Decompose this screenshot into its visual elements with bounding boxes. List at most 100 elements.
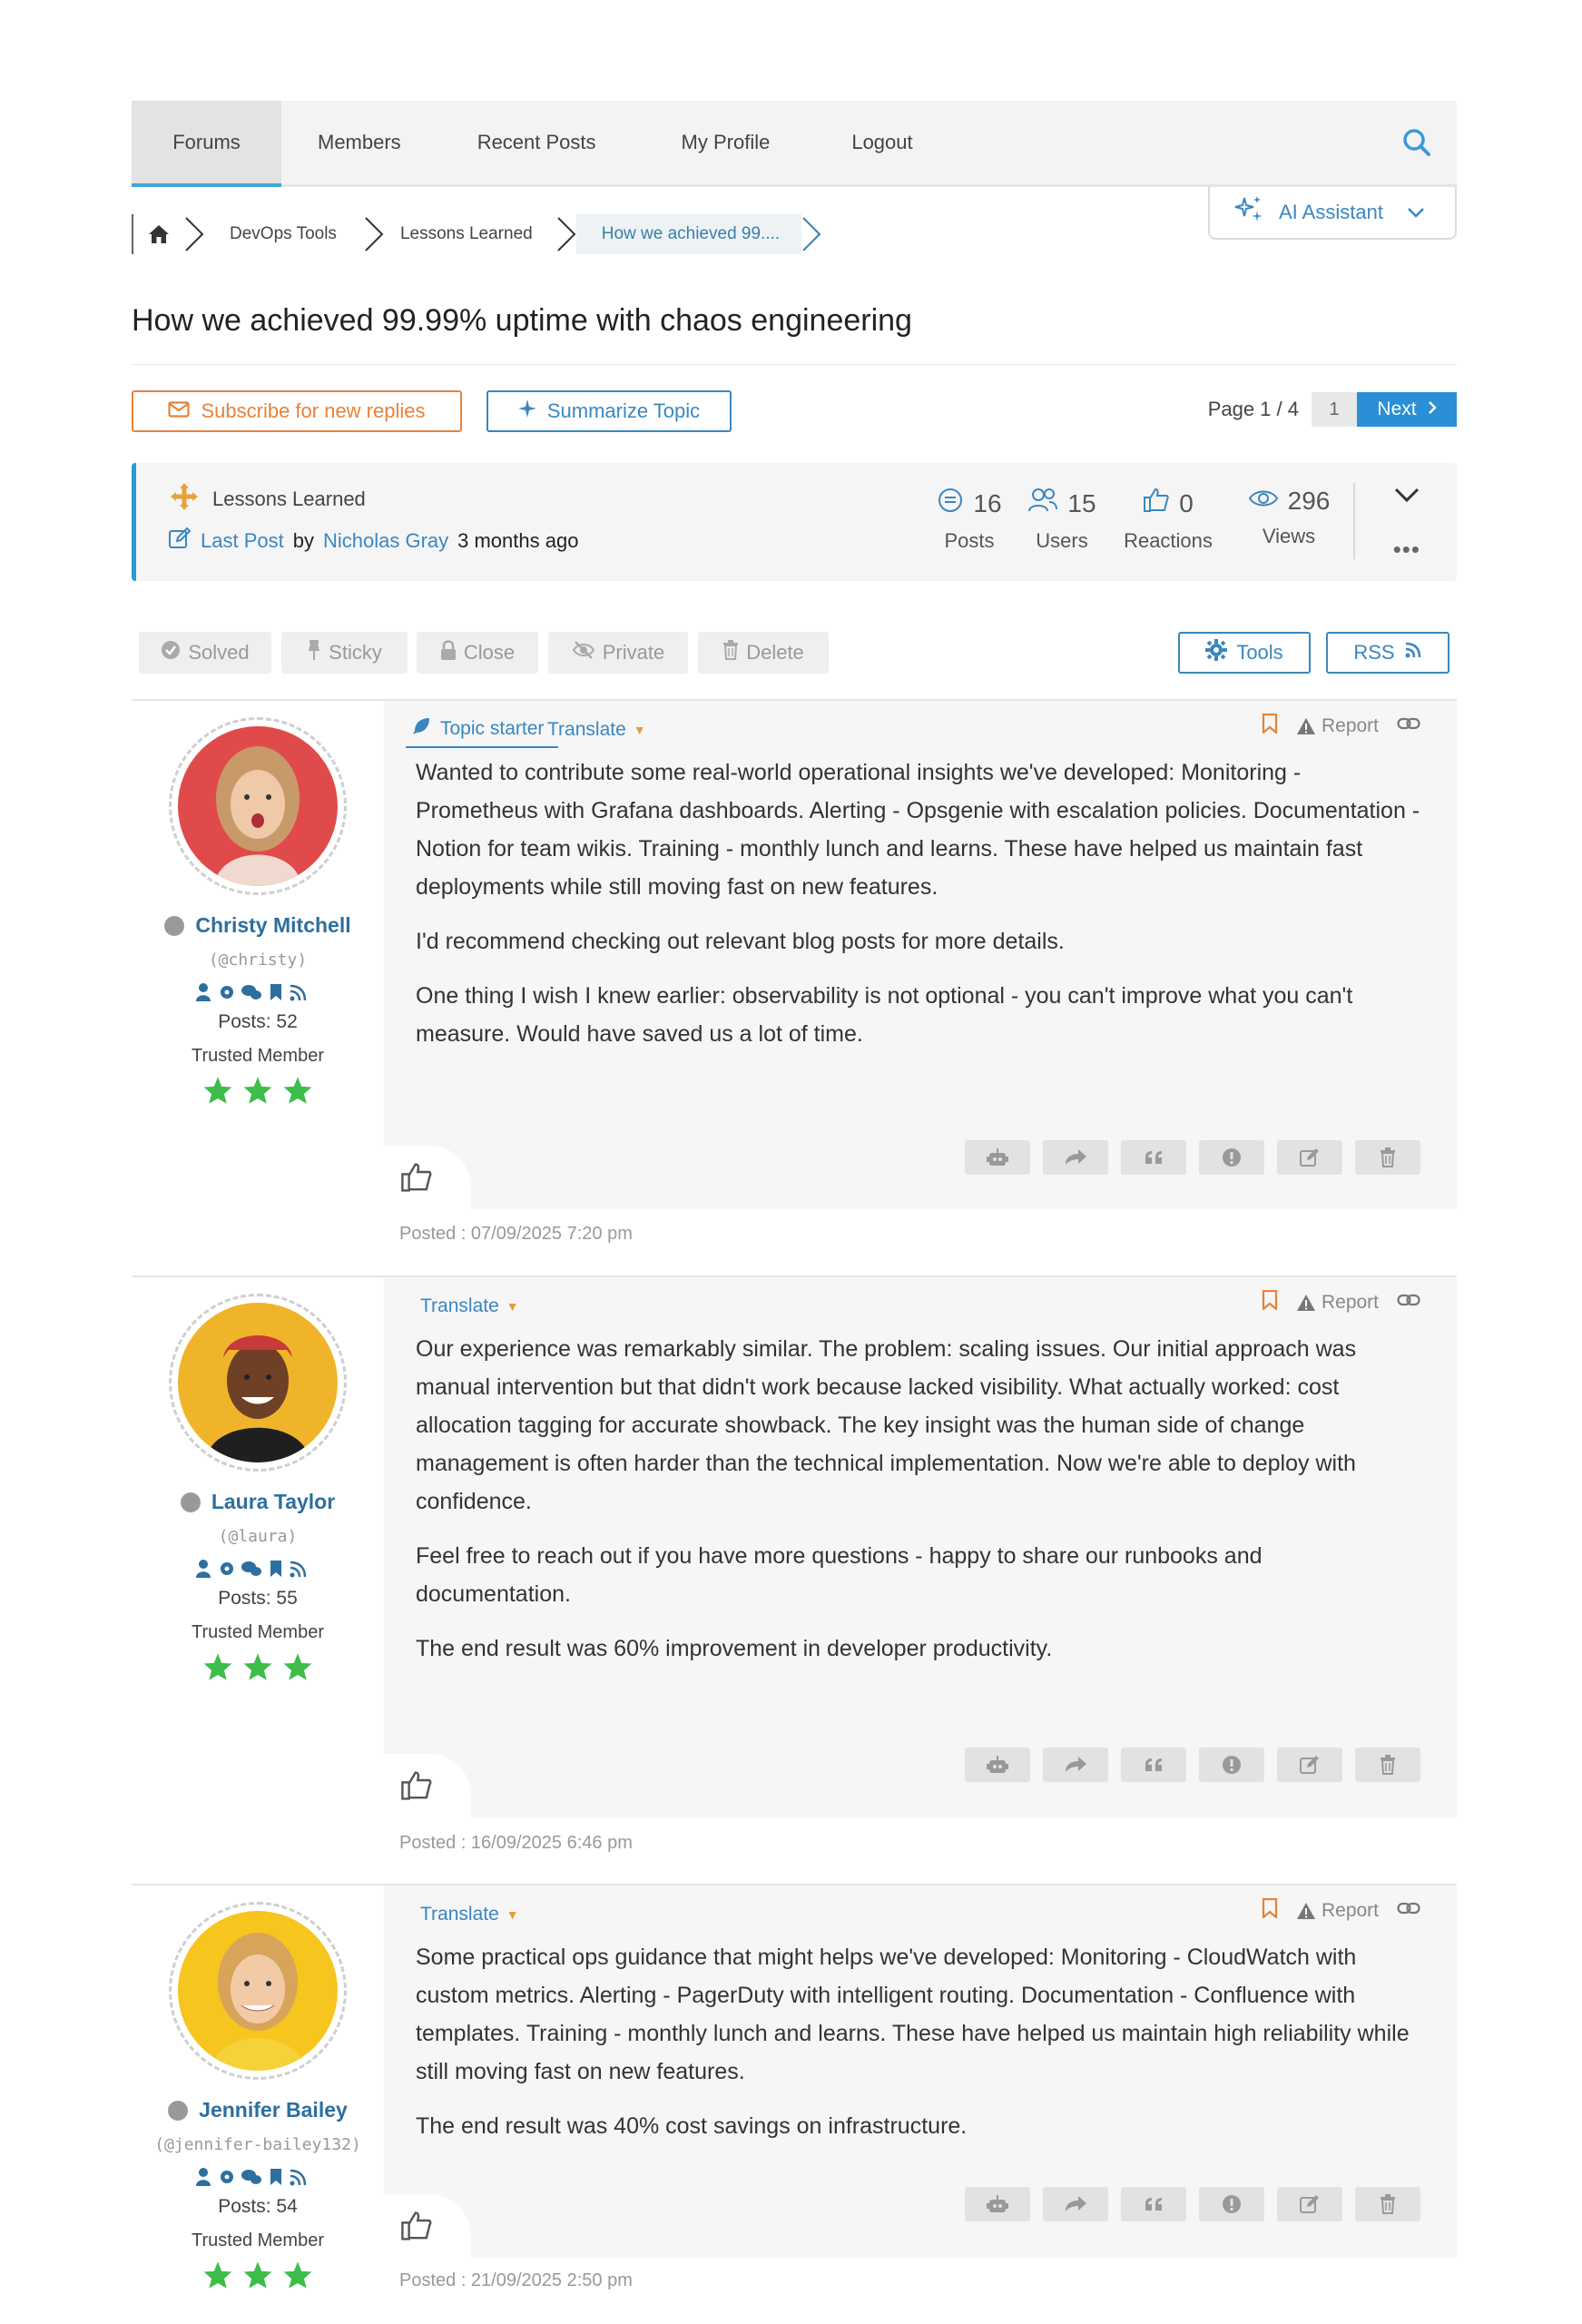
reactions-label: Reactions xyxy=(1124,529,1213,552)
edit-post-button[interactable] xyxy=(1277,1748,1342,1782)
eye-icon xyxy=(1248,487,1279,516)
report-button[interactable]: Report xyxy=(1296,1900,1379,1922)
page-1-button[interactable]: 1 xyxy=(1312,392,1357,427)
author-name[interactable]: Jennifer Bailey xyxy=(132,2098,384,2122)
rss-label: RSS xyxy=(1353,641,1395,664)
forum-container: Forums Members Recent Posts My Profile L… xyxy=(132,101,1457,2312)
topic-info-box: Lessons Learned Last Post by Nicholas Gr… xyxy=(132,463,1457,581)
chevron-down-icon[interactable] xyxy=(1393,487,1420,509)
ai-reply-button[interactable] xyxy=(965,2187,1030,2221)
feather-icon xyxy=(411,716,431,742)
report-button[interactable]: Report xyxy=(1296,715,1379,737)
sticky-button[interactable]: Sticky xyxy=(281,632,408,674)
tools-label: Tools xyxy=(1236,641,1283,664)
forum-name[interactable]: Lessons Learned xyxy=(212,487,366,511)
avatar[interactable] xyxy=(178,1303,338,1462)
report-post-button[interactable] xyxy=(1199,1748,1264,1782)
post-body: Translate ▼ Report Some practical ops gui… xyxy=(384,1886,1457,2258)
post-date: Posted : 16/09/2025 6:46 pm xyxy=(399,1833,633,1853)
delete-post-button[interactable] xyxy=(1355,2187,1420,2221)
quote-button[interactable] xyxy=(1121,2187,1186,2221)
bookmark-icon[interactable] xyxy=(1262,1897,1278,1924)
translate-button[interactable]: Translate ▼ xyxy=(420,1896,519,1933)
delete-post-button[interactable] xyxy=(1355,1748,1420,1782)
ai-assistant-button[interactable]: AI Assistant xyxy=(1208,187,1457,240)
next-label: Next xyxy=(1377,399,1417,419)
solved-button[interactable]: Solved xyxy=(139,632,271,674)
warning-icon xyxy=(1296,1903,1315,1919)
translate-button[interactable]: Translate ▼ xyxy=(547,712,646,748)
rss-button[interactable]: RSS xyxy=(1326,632,1449,674)
reply-button[interactable] xyxy=(1043,1140,1108,1175)
delete-topic-button[interactable]: Delete xyxy=(698,632,829,674)
bookmark-icon[interactable] xyxy=(1262,713,1278,739)
like-button[interactable] xyxy=(384,1754,471,1817)
report-button[interactable]: Report xyxy=(1296,1292,1379,1314)
translate-button[interactable]: Translate ▼ xyxy=(420,1288,519,1324)
chevron-down-icon xyxy=(1407,201,1425,224)
edit-post-button[interactable] xyxy=(1277,2187,1342,2221)
tab-forums[interactable]: Forums xyxy=(132,101,281,187)
last-post-by: by xyxy=(292,529,314,552)
next-page-button[interactable]: Next xyxy=(1357,392,1457,427)
delete-label: Delete xyxy=(746,641,804,664)
envelope-icon xyxy=(168,399,191,423)
link-icon[interactable] xyxy=(1397,715,1420,737)
private-label: Private xyxy=(602,641,665,664)
edit-post-button[interactable] xyxy=(1277,1140,1342,1175)
posts-count: 16 xyxy=(973,488,1002,517)
avatar[interactable] xyxy=(178,1911,338,2071)
link-icon[interactable] xyxy=(1397,1900,1420,1922)
last-post-author[interactable]: Nicholas Gray xyxy=(323,529,448,553)
breadcrumb-devops-tools[interactable]: DevOps Tools xyxy=(211,214,360,254)
trash-icon xyxy=(1381,1147,1395,1167)
rank-stars xyxy=(132,2260,384,2290)
caret-down-icon: ▼ xyxy=(506,1299,519,1314)
gear-icon xyxy=(1205,639,1228,666)
exclamation-icon xyxy=(1223,2195,1241,2213)
author-name[interactable]: Christy Mitchell xyxy=(132,913,384,938)
topic-starter-badge: Topic starter xyxy=(406,712,559,748)
private-button[interactable]: Private xyxy=(548,632,688,674)
star-icon xyxy=(203,1653,232,1680)
quote-button[interactable] xyxy=(1121,1748,1186,1782)
report-post-button[interactable] xyxy=(1199,1140,1264,1175)
like-button[interactable] xyxy=(384,1146,471,1209)
quote-button[interactable] xyxy=(1121,1140,1186,1175)
badge-icons xyxy=(196,2168,307,2186)
ai-assistant-label: AI Assistant xyxy=(1279,201,1383,223)
reply-button[interactable] xyxy=(1043,2187,1108,2221)
thumbs-up-icon xyxy=(1143,487,1170,520)
author-handle: (@laura) xyxy=(218,1527,298,1546)
link-icon[interactable] xyxy=(1397,1292,1420,1314)
tab-recent-posts[interactable]: Recent Posts xyxy=(437,101,636,184)
ai-reply-button[interactable] xyxy=(965,1140,1030,1175)
reply-button[interactable] xyxy=(1043,1748,1108,1782)
ai-reply-button[interactable] xyxy=(965,1748,1030,1782)
author-name[interactable]: Laura Taylor xyxy=(132,1490,384,1514)
summarize-topic-button[interactable]: Summarize Topic xyxy=(486,390,732,432)
quote-icon xyxy=(1145,1151,1162,1164)
author-handle: (@jennifer-bailey132) xyxy=(154,2135,361,2154)
more-options-icon[interactable]: ••• xyxy=(1393,536,1420,564)
search-icon[interactable] xyxy=(1400,126,1433,159)
bookmark-icon[interactable] xyxy=(1262,1289,1278,1315)
like-button[interactable] xyxy=(384,2194,471,2258)
subscribe-button[interactable]: Subscribe for new replies xyxy=(132,390,462,432)
tab-logout[interactable]: Logout xyxy=(815,101,948,184)
last-post-link[interactable]: Last Post xyxy=(201,529,284,553)
home-icon[interactable] xyxy=(142,223,175,245)
breadcrumb-lessons-learned[interactable]: Lessons Learned xyxy=(397,214,556,254)
post-paragraph: One thing I wish I knew earlier: observa… xyxy=(416,983,1353,1047)
close-topic-button[interactable]: Close xyxy=(417,632,538,674)
tab-members[interactable]: Members xyxy=(281,101,437,184)
avatar[interactable] xyxy=(178,726,338,886)
post-paragraph: The end result was 40% cost savings on i… xyxy=(416,2113,968,2139)
delete-post-button[interactable] xyxy=(1355,1140,1420,1175)
tools-button[interactable]: Tools xyxy=(1178,632,1311,674)
pin-icon xyxy=(307,639,321,666)
avatar-ring xyxy=(169,717,347,895)
report-post-button[interactable] xyxy=(1199,2187,1264,2221)
tab-my-profile[interactable]: My Profile xyxy=(636,101,816,184)
thumbs-up-icon xyxy=(401,1771,432,1800)
